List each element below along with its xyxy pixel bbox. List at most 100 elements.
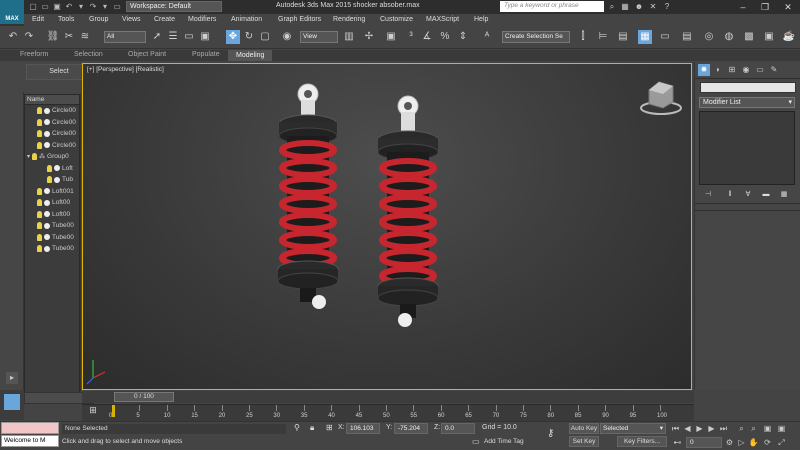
key-filters-button[interactable]: Key Filters... — [617, 436, 667, 447]
viewcube-icon[interactable] — [640, 81, 682, 115]
menu-maxscript[interactable]: MAXScript — [426, 16, 459, 23]
light-bulb-icon[interactable] — [37, 233, 42, 241]
signin-icon[interactable]: ☻ — [634, 1, 644, 12]
tab-populate[interactable]: Populate — [192, 51, 220, 58]
render-frame-icon[interactable]: ▣ — [762, 30, 776, 44]
workspace-dropdown[interactable]: Workspace: Default — [126, 1, 222, 12]
close-button[interactable]: ✕ — [777, 0, 799, 14]
undo-dropdown-icon[interactable]: ▾ — [76, 2, 86, 12]
light-bulb-icon[interactable] — [37, 118, 42, 126]
next-frame-icon[interactable]: ▶ — [706, 423, 717, 434]
angle-snap-icon[interactable]: ∡ — [420, 30, 434, 44]
go-to-end-icon[interactable]: ⏭ — [718, 423, 729, 434]
redo-icon[interactable]: ↷ — [88, 2, 98, 12]
select-and-move-icon[interactable]: ✥ — [226, 30, 240, 44]
select-and-rotate-icon[interactable]: ↻ — [242, 30, 256, 44]
field-of-view-icon[interactable]: ▷ — [736, 437, 747, 448]
expand-arrow-icon[interactable]: ▾ — [27, 153, 30, 160]
list-item[interactable]: Tube00 — [25, 243, 79, 255]
menu-tools[interactable]: Tools — [58, 16, 74, 23]
zoom-extents-icon[interactable]: ▣ — [762, 423, 773, 434]
pivot-center-icon[interactable]: ▥ — [342, 30, 356, 44]
menu-modifiers[interactable]: Modifiers — [188, 16, 216, 23]
light-bulb-icon[interactable] — [37, 130, 42, 138]
zoom-all-icon[interactable]: ⌕ — [748, 423, 759, 434]
modifier-stack[interactable] — [699, 111, 795, 185]
search-icon[interactable]: ⌕ — [607, 1, 617, 12]
link-icon[interactable]: ⛓ — [46, 30, 60, 44]
expand-ribbon-icon[interactable]: ▸ — [6, 372, 18, 384]
auto-key-button[interactable]: Auto Key — [569, 423, 599, 434]
utilities-tab-icon[interactable]: ✎ — [768, 64, 780, 76]
viewport-layout-icon[interactable] — [4, 394, 20, 410]
z-coordinate-field[interactable]: 0.0 — [441, 423, 475, 434]
track-bar[interactable]: 0 5 10 15 20 25 30 35 40 45 50 55 60 65 70 75 80 85 90 95 10… — [82, 404, 694, 421]
mini-curve-editor-icon[interactable]: ⊞ — [86, 405, 100, 417]
select-and-scale-icon[interactable]: ▢ — [258, 30, 272, 44]
edit-named-selection-icon[interactable]: ᴬ — [480, 30, 494, 44]
go-to-start-icon[interactable]: ⏮ — [670, 423, 681, 434]
list-item[interactable]: Tube00 — [25, 232, 79, 244]
show-end-result-icon[interactable]: ‖ — [725, 190, 735, 200]
named-selection-set-dropdown[interactable]: Create Selection Se — [502, 31, 570, 43]
light-bulb-icon[interactable] — [37, 187, 42, 195]
unlink-icon[interactable]: ✂ — [62, 30, 76, 44]
menu-rendering[interactable]: Rendering — [333, 16, 365, 23]
list-item[interactable]: ▾ ⁂ Group0 — [25, 151, 79, 163]
schematic-view-icon[interactable]: ◎ — [702, 30, 716, 44]
snaps-toggle-icon[interactable]: ³ — [404, 30, 418, 44]
maximize-button[interactable]: ❐ — [754, 0, 776, 14]
list-item[interactable]: Circle00 — [25, 117, 79, 129]
menu-help[interactable]: Help — [474, 16, 488, 23]
motion-tab-icon[interactable]: ◉ — [740, 64, 752, 76]
keyboard-shortcut-override-icon[interactable]: ▣ — [384, 30, 398, 44]
absolute-mode-icon[interactable]: ⊞ — [326, 423, 333, 432]
perspective-viewport[interactable]: [+] [Perspective] [Realistic] — [82, 63, 692, 390]
modify-tab-icon[interactable]: ◗ — [712, 64, 724, 76]
object-name-field[interactable] — [700, 82, 796, 93]
add-time-tag[interactable]: Add Time Tag — [484, 438, 524, 445]
material-editor-icon[interactable]: ◍ — [722, 30, 736, 44]
shock-absorber-left[interactable] — [277, 83, 339, 309]
light-bulb-icon[interactable] — [37, 107, 42, 115]
app-logo[interactable]: MAX — [0, 0, 24, 26]
list-item[interactable]: Loft001 — [25, 186, 79, 198]
maxscript-listener-white[interactable]: Welcome to M — [1, 435, 59, 447]
zoom-extents-all-icon[interactable]: ▣ — [776, 423, 787, 434]
list-item[interactable]: Circle00 — [25, 140, 79, 152]
list-item[interactable]: Loft00 — [25, 209, 79, 221]
light-bulb-icon[interactable] — [37, 141, 42, 149]
save-file-icon[interactable]: ▣ — [52, 2, 62, 12]
current-frame-field[interactable]: 0 — [686, 437, 722, 448]
display-tab-icon[interactable]: ▭ — [754, 64, 766, 76]
list-item[interactable]: Circle00 — [25, 105, 79, 117]
x-coordinate-field[interactable]: 106.103 — [346, 423, 380, 434]
key-selection-dropdown[interactable]: Selected ▾ — [600, 423, 666, 434]
menu-animation[interactable]: Animation — [231, 16, 262, 23]
time-slider[interactable]: 0 / 100 — [82, 391, 694, 403]
time-slider-thumb[interactable]: 0 / 100 — [114, 392, 174, 402]
percent-snap-icon[interactable]: % — [438, 30, 452, 44]
redo-dropdown-icon[interactable]: ▾ — [100, 2, 110, 12]
create-tab-icon[interactable]: ✹ — [698, 64, 710, 76]
tab-modeling[interactable]: Modeling — [228, 50, 273, 61]
list-item[interactable]: Circle00 — [25, 128, 79, 140]
selection-filter-dropdown[interactable]: All — [104, 31, 146, 43]
light-bulb-icon[interactable] — [37, 222, 42, 230]
pan-icon[interactable]: ✋ — [748, 437, 759, 448]
subscription-icon[interactable]: ▦ — [620, 1, 630, 12]
menu-create[interactable]: Create — [154, 16, 175, 23]
configure-sets-icon[interactable]: ▦ — [779, 190, 789, 200]
help-icon[interactable]: ? — [662, 1, 672, 12]
time-tag-icon[interactable]: ▭ — [472, 437, 480, 446]
rectangle-selection-icon[interactable]: ▭ — [182, 30, 196, 44]
orbit-icon[interactable]: ⟳ — [762, 437, 773, 448]
hierarchy-tab-icon[interactable]: ⊞ — [726, 64, 738, 76]
tab-object-paint[interactable]: Object Paint — [128, 51, 166, 58]
y-coordinate-field[interactable]: -75.204 — [394, 423, 428, 434]
list-item[interactable]: Loft00 — [25, 197, 79, 209]
shock-absorber-right[interactable] — [377, 95, 439, 327]
mirror-icon[interactable]: ⫿ — [576, 30, 590, 44]
tab-freeform[interactable]: Freeform — [20, 51, 48, 58]
open-file-icon[interactable]: ▭ — [40, 2, 50, 12]
